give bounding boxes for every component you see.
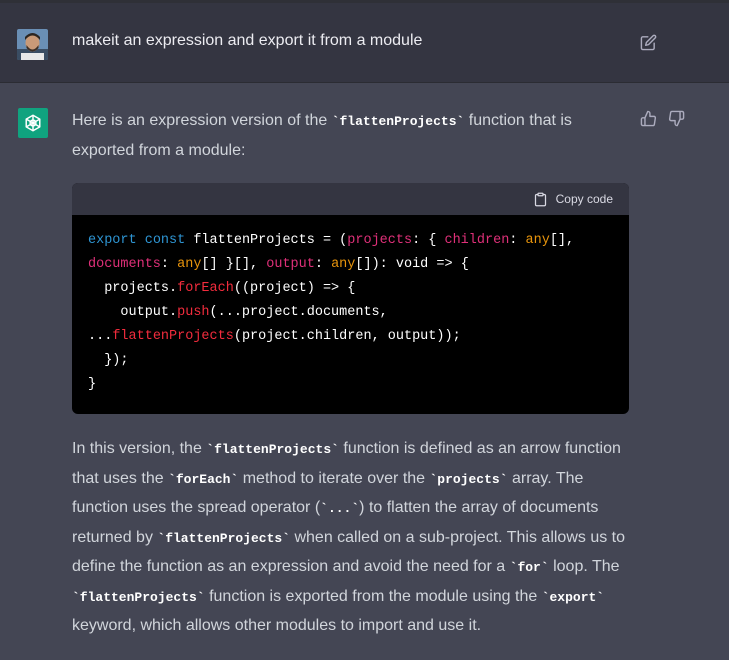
- code-token: flattenProjects = (: [185, 233, 348, 248]
- explanation-text: loop. The: [548, 558, 620, 575]
- inline-code: `for`: [509, 560, 549, 575]
- inline-code: `flattenProjects`: [206, 442, 339, 457]
- inline-code: `forEach`: [168, 471, 239, 487]
- code-token: children: [444, 233, 510, 248]
- code-token: output: [266, 257, 315, 272]
- explanation-text: keyword, which allows other modules to i…: [72, 617, 482, 634]
- explanation-text: function is exported from the module usi…: [204, 587, 542, 605]
- openai-logo-icon: [18, 108, 48, 138]
- edit-icon[interactable]: [640, 34, 657, 51]
- user-avatar: [17, 29, 48, 60]
- copy-code-button[interactable]: Copy code: [533, 183, 613, 215]
- code-token: const: [144, 233, 186, 248]
- inline-code: `...`: [320, 501, 360, 516]
- thumbs-up-icon[interactable]: [640, 110, 657, 127]
- inline-code: `flattenProjects`: [72, 589, 205, 605]
- code-line: ...flattenProjects(project.children, out…: [88, 325, 613, 349]
- user-message-row: makeit an expression and export it from …: [0, 3, 729, 83]
- code-token: : {: [412, 233, 445, 248]
- code-token: flattenProjects: [112, 329, 234, 344]
- code-token: (...project.documents,: [209, 305, 388, 320]
- explanation-text: method to iterate over the: [238, 469, 430, 487]
- code-token: :: [509, 233, 526, 248]
- clipboard-icon: [534, 192, 546, 206]
- inline-code: `projects`: [429, 471, 508, 487]
- code-line: output.push(...project.documents,: [88, 301, 613, 325]
- code-line: export const flattenProjects = (projects…: [88, 229, 613, 253]
- code-token: projects: [347, 233, 413, 248]
- inline-code: `flattenProjects`: [157, 530, 291, 546]
- assistant-explanation-text: In this version, the `flattenProjects` f…: [72, 435, 628, 641]
- code-token: push: [177, 305, 210, 320]
- code-line: }: [88, 373, 613, 397]
- code-token: forEach: [177, 281, 234, 296]
- code-token: documents: [88, 257, 161, 272]
- code-line: projects.forEach((project) => {: [88, 277, 613, 301]
- code-token: any: [331, 257, 356, 272]
- code-token: projects.: [88, 281, 178, 296]
- code-token: output.: [88, 305, 178, 320]
- thumbs-down-icon[interactable]: [668, 110, 685, 127]
- code-token: ...: [88, 329, 113, 344]
- intro-text-1: Here is an expression version of the: [72, 112, 332, 129]
- code-block: Copy code export const flattenProjects =…: [72, 183, 629, 414]
- code-token: [] }[],: [201, 257, 267, 272]
- code-token: any: [177, 257, 202, 272]
- code-line: });: [88, 349, 613, 373]
- code-content: export const flattenProjects = (projects…: [72, 215, 629, 397]
- code-token: :: [314, 257, 332, 272]
- code-token: }: [88, 377, 97, 392]
- copy-code-label: Copy code: [555, 192, 613, 206]
- code-token: [],: [549, 233, 575, 248]
- user-message-text: makeit an expression and export it from …: [72, 32, 423, 49]
- code-token: []): void => {: [355, 257, 469, 272]
- inline-code: `export`: [541, 589, 605, 605]
- explanation-text: In this version, the: [72, 440, 207, 457]
- inline-code: `flattenProjects`: [331, 114, 465, 129]
- code-token: });: [88, 353, 129, 368]
- code-token: :: [160, 257, 178, 272]
- code-token: (project.children, output));: [233, 329, 461, 344]
- code-token: ((project) => {: [233, 281, 356, 296]
- code-token: export: [88, 233, 137, 248]
- assistant-intro-text: Here is an expression version of the `fl…: [72, 107, 628, 165]
- code-line: documents: any[] }[], output: any[]): vo…: [88, 253, 613, 277]
- code-token: any: [525, 233, 550, 248]
- assistant-message-row: Here is an expression version of the `fl…: [0, 83, 729, 660]
- code-block-header: Copy code: [72, 183, 629, 215]
